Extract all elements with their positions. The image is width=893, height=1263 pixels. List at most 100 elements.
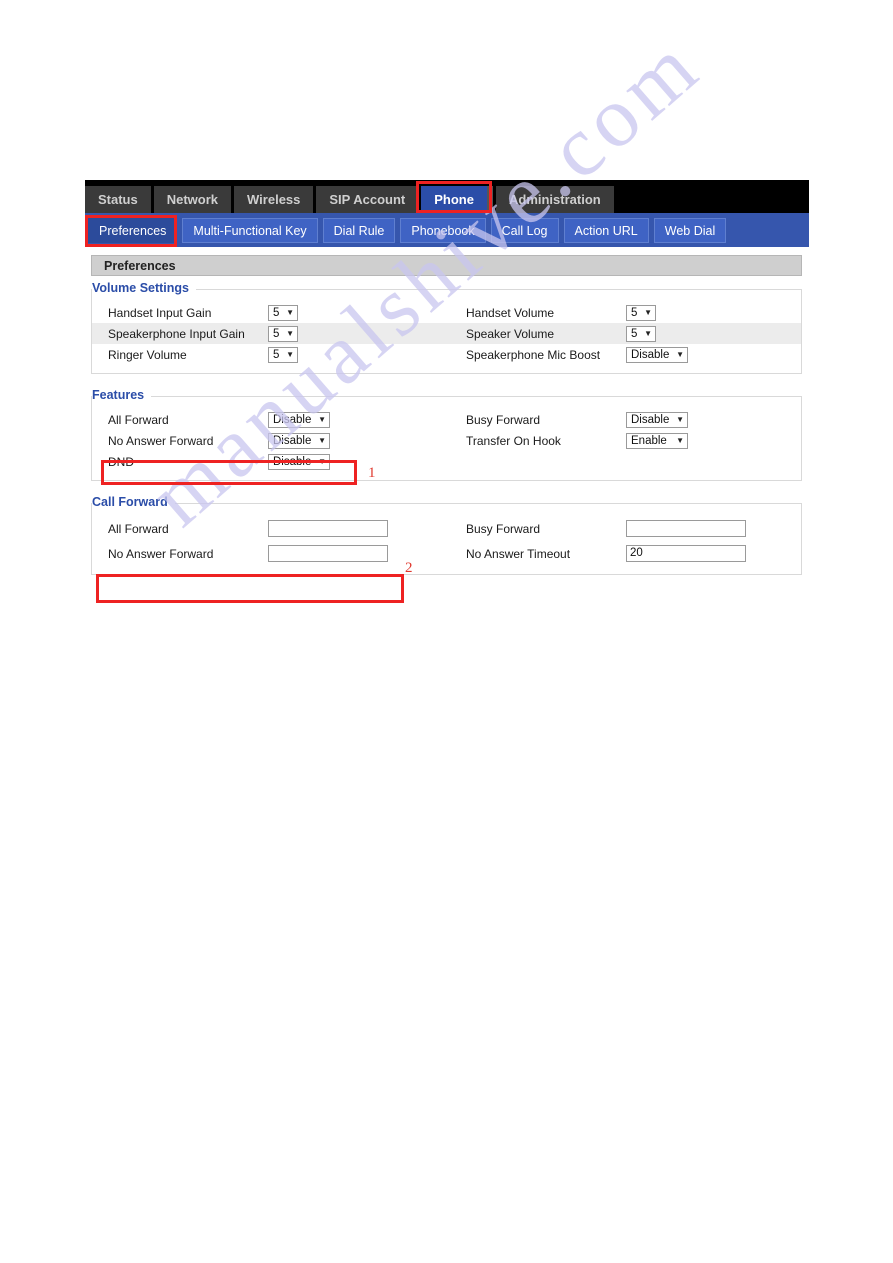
features-all-forward-value: Disable (273, 413, 312, 426)
chevron-down-icon: ▼ (676, 414, 684, 424)
call-forward-no-answer-forward-input[interactable] (268, 545, 388, 562)
features-busy-forward-label: Busy Forward (466, 412, 541, 427)
handset-input-gain-label: Handset Input Gain (108, 305, 212, 320)
features-no-answer-forward-value: Disable (273, 434, 312, 447)
volume-settings-legend: Volume Settings (92, 281, 197, 295)
call-forward-no-answer-timeout-control[interactable]: 20 (626, 545, 761, 562)
handset-volume-label: Handset Volume (466, 305, 555, 320)
subnav-tab-action-url[interactable]: Action URL (563, 217, 649, 243)
call-forward-no-answer-timeout-label: No Answer Timeout (466, 546, 571, 561)
router-web-ui: Status Network Wireless SIP Account Phon… (85, 180, 809, 607)
secondary-navigation: Preferences Multi-Functional Key Dial Ru… (85, 213, 809, 247)
handset-volume-value: 5 (631, 306, 638, 319)
content-panel: Preferences Volume Settings Handset Inpu… (85, 247, 809, 607)
call-forward-busy-forward-label: Busy Forward (466, 521, 541, 536)
nav-tab-administration[interactable]: Administration (495, 186, 614, 213)
features-all-forward-control[interactable]: Disable ▼ (268, 411, 378, 428)
nav-tab-phone[interactable]: Phone (421, 186, 487, 213)
features-dnd-value: Disable (273, 455, 312, 468)
annotation-marker-1: 1 (368, 465, 376, 481)
speaker-volume-control[interactable]: 5 ▼ (626, 325, 761, 342)
nav-tab-sip-account[interactable]: SIP Account (316, 186, 419, 213)
handset-input-gain-value: 5 (273, 306, 280, 319)
features-transfer-on-hook-label: Transfer On Hook (466, 433, 561, 448)
subnav-tab-preferences[interactable]: Preferences (88, 217, 178, 243)
call-forward-all-forward-input[interactable] (268, 520, 388, 537)
speakerphone-mic-boost-select[interactable]: Disable ▼ (626, 346, 688, 363)
handset-volume-select[interactable]: 5 ▼ (626, 304, 656, 321)
ringer-volume-label: Ringer Volume (108, 347, 187, 362)
settings-row: All Forward Busy Forward (92, 516, 801, 541)
speakerphone-input-gain-label: Speakerphone Input Gain (108, 326, 245, 341)
features-dnd-label: DND (108, 454, 134, 469)
call-forward-legend: Call Forward (92, 495, 175, 509)
features-all-forward-label: All Forward (108, 412, 169, 427)
chevron-down-icon: ▼ (318, 456, 326, 466)
call-forward-all-forward-label: All Forward (108, 521, 169, 536)
settings-row: No Answer Forward No Answer Timeout 20 (92, 541, 801, 566)
chevron-down-icon: ▼ (644, 307, 652, 317)
speakerphone-mic-boost-control[interactable]: Disable ▼ (626, 346, 761, 363)
chevron-down-icon: ▼ (286, 328, 294, 338)
features-no-answer-forward-label: No Answer Forward (108, 433, 214, 448)
features-dnd-select[interactable]: Disable ▼ (268, 453, 330, 470)
subnav-tab-call-log[interactable]: Call Log (490, 217, 559, 243)
speakerphone-input-gain-value: 5 (273, 327, 280, 340)
call-forward-no-answer-forward-control[interactable] (268, 545, 403, 562)
speakerphone-input-gain-select[interactable]: 5 ▼ (268, 325, 298, 342)
chevron-down-icon: ▼ (676, 435, 684, 445)
handset-volume-control[interactable]: 5 ▼ (626, 304, 761, 321)
nav-tab-network[interactable]: Network (153, 186, 232, 213)
settings-row: All Forward Disable ▼ Busy Forward Disab… (92, 409, 801, 430)
chevron-down-icon: ▼ (318, 435, 326, 445)
settings-row: DND Disable ▼ (92, 451, 801, 472)
features-no-answer-forward-control[interactable]: Disable ▼ (268, 432, 378, 449)
settings-row: Ringer Volume 5 ▼ Speakerphone Mic Boost… (92, 344, 801, 365)
features-section: Features All Forward Disable ▼ Busy Forw… (91, 388, 802, 481)
call-forward-no-answer-timeout-input[interactable]: 20 (626, 545, 746, 562)
features-busy-forward-select[interactable]: Disable ▼ (626, 411, 688, 428)
settings-row: Handset Input Gain 5 ▼ Handset Volume 5 … (92, 302, 801, 323)
speakerphone-input-gain-control[interactable]: 5 ▼ (268, 325, 378, 342)
subnav-tab-phonebook[interactable]: Phonebook (400, 217, 486, 243)
features-busy-forward-control[interactable]: Disable ▼ (626, 411, 761, 428)
speaker-volume-select[interactable]: 5 ▼ (626, 325, 656, 342)
speakerphone-mic-boost-label: Speakerphone Mic Boost (466, 347, 601, 362)
call-forward-all-forward-control[interactable] (268, 520, 403, 537)
ringer-volume-control[interactable]: 5 ▼ (268, 346, 378, 363)
speakerphone-mic-boost-value: Disable (631, 348, 670, 361)
nav-tab-wireless[interactable]: Wireless (234, 186, 314, 213)
settings-row: No Answer Forward Disable ▼ Transfer On … (92, 430, 801, 451)
features-transfer-on-hook-value: Enable (631, 434, 667, 447)
handset-input-gain-control[interactable]: 5 ▼ (268, 304, 378, 321)
primary-navigation: Status Network Wireless SIP Account Phon… (85, 180, 809, 213)
nav-tab-divider (486, 186, 493, 213)
call-forward-section: Call Forward All Forward Busy Forward No… (91, 495, 802, 575)
subnav-tab-dial-rule[interactable]: Dial Rule (322, 217, 396, 243)
ringer-volume-select[interactable]: 5 ▼ (268, 346, 298, 363)
features-all-forward-select[interactable]: Disable ▼ (268, 411, 330, 428)
features-no-answer-forward-select[interactable]: Disable ▼ (268, 432, 330, 449)
call-forward-no-answer-forward-label: No Answer Forward (108, 546, 214, 561)
features-dnd-control[interactable]: Disable ▼ (268, 453, 378, 470)
features-legend: Features (92, 388, 152, 402)
speaker-volume-value: 5 (631, 327, 638, 340)
page-title: Preferences (91, 255, 802, 276)
annotation-marker-2: 2 (405, 560, 413, 576)
call-forward-busy-forward-control[interactable] (626, 520, 761, 537)
settings-row: Speakerphone Input Gain 5 ▼ Speaker Volu… (92, 323, 801, 344)
call-forward-busy-forward-input[interactable] (626, 520, 746, 537)
features-busy-forward-value: Disable (631, 413, 670, 426)
subnav-tab-multi-functional-key[interactable]: Multi-Functional Key (182, 217, 318, 243)
handset-input-gain-select[interactable]: 5 ▼ (268, 304, 298, 321)
chevron-down-icon: ▼ (318, 414, 326, 424)
chevron-down-icon: ▼ (644, 328, 652, 338)
features-transfer-on-hook-select[interactable]: Enable ▼ (626, 432, 688, 449)
subnav-tab-web-dial[interactable]: Web Dial (653, 217, 727, 243)
chevron-down-icon: ▼ (676, 349, 684, 359)
features-transfer-on-hook-control[interactable]: Enable ▼ (626, 432, 761, 449)
volume-settings-section: Volume Settings Handset Input Gain 5 ▼ H… (91, 281, 802, 374)
ringer-volume-value: 5 (273, 348, 280, 361)
nav-tab-status[interactable]: Status (85, 186, 151, 213)
chevron-down-icon: ▼ (286, 307, 294, 317)
